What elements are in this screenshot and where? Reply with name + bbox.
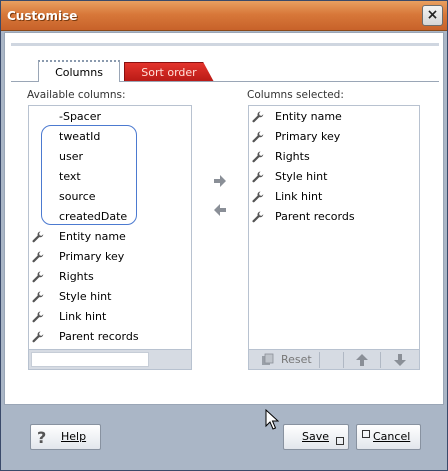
wrench-icon [252,131,264,143]
arrow-right-icon[interactable] [213,174,227,188]
list-item[interactable]: Link hint [29,307,191,327]
list-item[interactable]: Primary key [29,247,191,267]
list-item-label: text [59,170,81,183]
list-item[interactable]: Rights [249,147,419,167]
list-item-label: Style hint [275,170,328,183]
close-button[interactable]: × [422,5,443,26]
selected-columns-list[interactable]: Entity name Primary key Rights Style hin… [248,105,420,370]
tab-columns[interactable]: Columns [38,60,120,82]
selected-list-toolbar: Reset [249,349,419,369]
arrow-left-icon[interactable] [213,203,227,217]
save-button-label: Save [302,430,330,443]
list-item[interactable]: createdDate [29,207,191,227]
list-item-label: Rights [59,270,94,283]
list-item[interactable]: Rights [29,267,191,287]
list-item[interactable]: Primary key [249,127,419,147]
wrench-icon [32,291,44,303]
wrench-icon [32,311,44,323]
dialog-body: Columns Sort order Available columns: Co… [4,32,444,430]
list-item-spacer[interactable]: -Spacer [29,107,191,127]
tab-sort-order-label: Sort order [141,66,197,79]
list-item[interactable]: Style hint [29,287,191,307]
list-item-label: Style hint [59,290,112,303]
available-list-footer [29,349,191,369]
wrench-icon [252,151,264,163]
list-item-label: Entity name [59,230,126,243]
customise-dialog: Customise × Columns Sort order Available… [0,0,448,471]
selected-columns-label: Columns selected: [247,89,344,101]
wrench-icon [252,191,264,203]
list-item-label: Parent records [59,330,139,343]
list-item-label: Link hint [275,190,323,203]
list-item[interactable]: Parent records [29,327,191,347]
list-item-label: Entity name [275,110,342,123]
list-item-label: Rights [275,150,310,163]
close-icon: × [426,7,439,23]
save-icon [336,437,344,445]
help-icon: ? [37,429,46,445]
list-item[interactable]: tweatId [29,127,191,147]
cancel-button[interactable]: Cancel [356,424,421,450]
list-item-label: createdDate [59,210,128,223]
list-item[interactable]: user [29,147,191,167]
tab-columns-label: Columns [55,66,103,79]
toolbar-separator [343,352,344,368]
list-item-label: source [59,190,96,203]
save-button[interactable]: Save [283,424,349,450]
available-columns-label: Available columns: [27,89,126,101]
list-item[interactable]: Link hint [249,187,419,207]
list-item-label: Primary key [59,250,125,263]
wrench-icon [252,211,264,223]
wrench-icon [32,271,44,283]
mouse-cursor-icon [265,409,279,430]
reset-button[interactable]: Reset [281,352,312,368]
window-title: Customise [7,9,78,23]
toolbar-separator [319,352,320,368]
toolbar-separator [380,352,381,368]
filter-input[interactable] [31,352,149,367]
wrench-icon [252,111,264,123]
top-divider [11,43,439,46]
svg-text:?: ? [37,429,46,445]
list-item-label: Parent records [275,210,355,223]
list-item[interactable]: Style hint [249,167,419,187]
wrench-icon [32,331,44,343]
list-item[interactable]: Entity name [249,107,419,127]
cancel-icon [362,430,370,438]
arrow-up-icon[interactable] [355,353,369,367]
title-bar[interactable]: Customise × [1,1,447,31]
list-item[interactable]: Entity name [29,227,191,247]
help-button[interactable]: ? Help [30,424,101,450]
list-item[interactable]: text [29,167,191,187]
cancel-button-label: Cancel [373,430,411,443]
list-item-label: -Spacer [59,110,102,123]
list-item-label: Link hint [59,310,107,323]
list-item-label: Primary key [275,130,341,143]
arrow-down-icon[interactable] [393,353,407,367]
reset-icon [262,353,274,365]
list-item-label: tweatId [59,130,101,143]
tab-sort-order[interactable]: Sort order [124,62,214,82]
list-item[interactable]: source [29,187,191,207]
wrench-icon [32,231,44,243]
list-item-label: user [59,150,83,163]
available-columns-list[interactable]: -Spacer tweatId user text source created… [28,105,192,370]
wrench-icon [32,251,44,263]
wrench-icon [252,171,264,183]
list-item[interactable]: Parent records [249,207,419,227]
help-button-label: Help [61,430,87,443]
